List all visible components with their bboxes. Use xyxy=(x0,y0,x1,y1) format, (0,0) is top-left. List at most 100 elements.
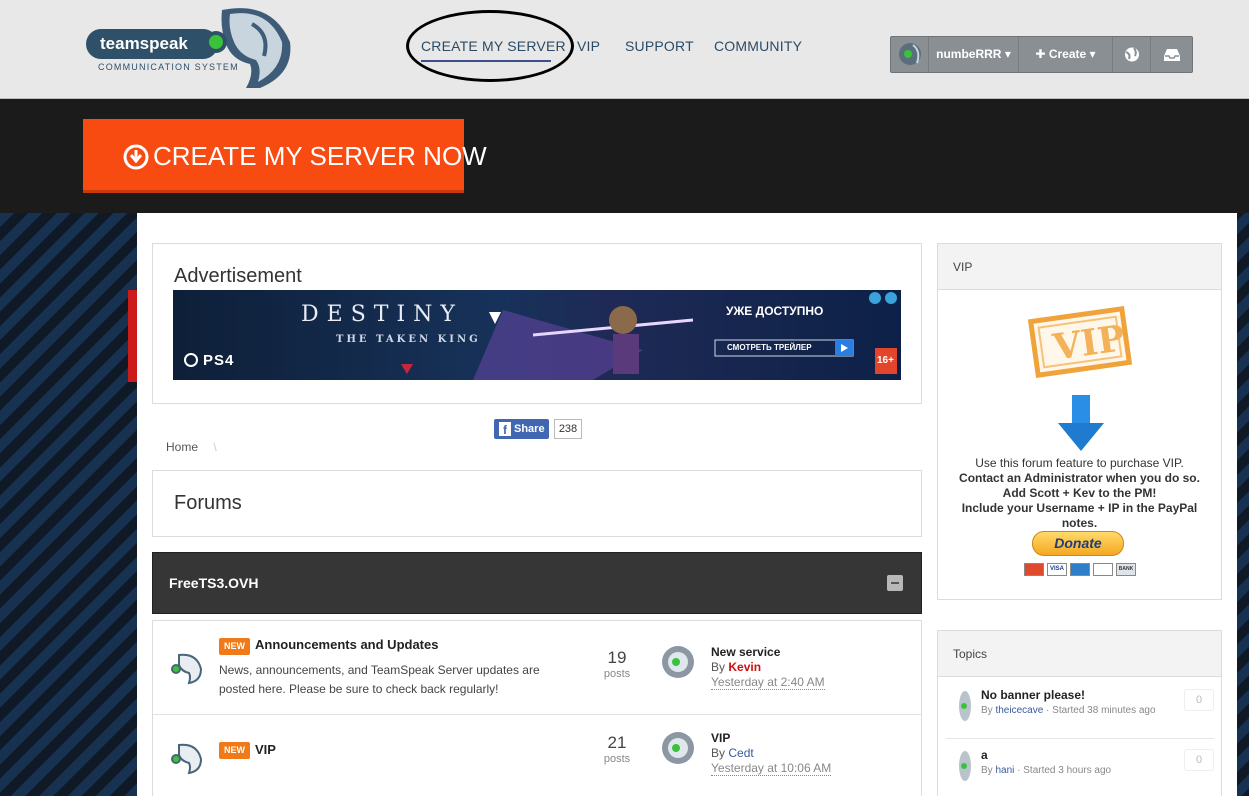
topic-started: · Started 38 minutes ago xyxy=(1046,705,1156,716)
advertisement-box: Advertisement DESTINY THE TAKEN KING PS4 xyxy=(152,243,922,404)
topic-item: a By hani · Started 3 hours ago 0 xyxy=(946,741,1214,796)
topic-avatar[interactable] xyxy=(958,689,972,723)
topic-reply-count: 0 xyxy=(1184,689,1214,711)
by-label: By xyxy=(711,660,726,674)
last-post-title[interactable]: VIP xyxy=(711,731,831,746)
cta-label: CREATE MY SERVER NOW xyxy=(153,141,487,171)
ad-platform: PS4 xyxy=(203,352,235,369)
bank-icon: BANK xyxy=(1116,563,1136,576)
vip-instructions: Use this forum feature to purchase VIP. … xyxy=(938,456,1221,531)
plus-icon: ✚ xyxy=(1035,47,1046,61)
last-poster-avatar[interactable] xyxy=(661,731,695,765)
forum-read-icon xyxy=(171,653,203,685)
ad-rating: 16+ xyxy=(877,355,894,366)
donate-button[interactable]: Donate xyxy=(1032,531,1124,556)
topics-box-title: Topics xyxy=(938,631,1221,677)
by-label: By xyxy=(981,765,993,776)
breadcrumb-home[interactable]: Home xyxy=(166,440,198,454)
ad-available-text: УЖЕ ДОСТУПНО xyxy=(726,304,824,318)
user-avatar[interactable] xyxy=(891,37,929,72)
post-count-label: posts xyxy=(603,753,631,765)
topic-author[interactable]: hani xyxy=(995,765,1014,776)
inbox-button[interactable] xyxy=(1151,37,1193,72)
vip-box-title: VIP xyxy=(938,244,1221,290)
nav-support[interactable]: SUPPORT xyxy=(625,38,694,54)
vip-sidebar-box: VIP VIP Use this forum feature to purcha… xyxy=(937,243,1222,600)
download-circle-icon xyxy=(123,144,149,170)
forums-title-box: Forums xyxy=(152,470,922,537)
globe-button[interactable] xyxy=(1113,37,1151,72)
jcb-icon xyxy=(1093,563,1113,576)
last-post-time[interactable]: Yesterday at 2:40 AM xyxy=(711,675,825,690)
forum-title[interactable]: VIP xyxy=(255,742,276,757)
post-count: 21 posts xyxy=(593,733,641,765)
main-content: Advertisement DESTINY THE TAKEN KING PS4 xyxy=(137,213,1237,796)
page-title: Forums xyxy=(174,492,242,514)
banner-strip: CREATE MY SERVER NOW xyxy=(0,100,1249,213)
create-server-now-button[interactable]: CREATE MY SERVER NOW xyxy=(83,119,487,193)
forum-row: NEW Announcements and Updates News, anno… xyxy=(153,621,921,715)
forum-row: NEW VIP 21 posts VIP By Cedt Yesterday a… xyxy=(153,715,921,796)
last-post-time[interactable]: Yesterday at 10:06 AM xyxy=(711,761,832,776)
share-count: 238 xyxy=(554,419,582,439)
chevron-down-icon: ▾ xyxy=(1089,47,1096,61)
topic-meta: By theicecave · Started 38 minutes ago xyxy=(981,705,1156,716)
share-label: Share xyxy=(514,423,545,435)
forum-list: NEW Announcements and Updates News, anno… xyxy=(152,620,922,796)
arrow-down-icon xyxy=(1058,395,1104,451)
new-badge: NEW xyxy=(219,742,250,759)
category-header: FreeTS3.OVH xyxy=(152,552,922,614)
vip-line: Add Scott + Kev to the PM! xyxy=(1002,486,1157,500)
collapse-icon[interactable] xyxy=(887,575,903,591)
inbox-icon xyxy=(1164,49,1180,61)
forum-read-icon xyxy=(171,743,203,775)
vip-line: Include your Username + IP in the PayPal… xyxy=(961,501,1198,530)
topic-reply-count: 0 xyxy=(1184,749,1214,771)
teamspeak-head-icon xyxy=(205,8,291,89)
visa-icon: VISA xyxy=(1047,563,1067,576)
new-badge: NEW xyxy=(219,638,250,655)
create-label: Create xyxy=(1048,47,1087,61)
topic-title[interactable]: a xyxy=(981,748,988,762)
nav-vip[interactable]: VIP xyxy=(577,38,600,54)
vip-line: Contact an Administrator when you do so. xyxy=(959,471,1200,485)
vip-line: Use this forum feature to purchase VIP. xyxy=(975,456,1184,470)
topic-started: · Started 3 hours ago xyxy=(1017,765,1112,776)
last-post-title[interactable]: New service xyxy=(711,645,825,660)
breadcrumb-separator: \ xyxy=(213,440,217,454)
topics-sidebar-box: Topics No banner please! By theicecave ·… xyxy=(937,630,1222,796)
username-label: numbeRRR xyxy=(936,47,1002,61)
teamspeak-logo[interactable]: teamspeak COMMUNICATION SYSTEM xyxy=(86,4,296,90)
nav-community[interactable]: COMMUNITY xyxy=(714,38,802,54)
chevron-down-icon: ▾ xyxy=(1004,47,1011,61)
post-count: 19 posts xyxy=(593,648,641,680)
post-count-label: posts xyxy=(603,668,631,680)
topic-avatar[interactable] xyxy=(958,749,972,783)
username-dropdown[interactable]: numbeRRR ▾ xyxy=(929,37,1019,72)
author-link[interactable]: Cedt xyxy=(728,746,753,760)
topic-item: No banner please! By theicecave · Starte… xyxy=(946,681,1214,739)
topic-author[interactable]: theicecave xyxy=(995,705,1043,716)
user-bar: numbeRRR ▾ ✚ Create ▾ xyxy=(890,36,1193,73)
logo-wordmark: teamspeak xyxy=(86,29,218,59)
create-dropdown[interactable]: ✚ Create ▾ xyxy=(1019,37,1113,72)
facebook-share-button[interactable]: f Share xyxy=(494,419,549,439)
last-poster-avatar[interactable] xyxy=(661,645,695,679)
avatar-icon xyxy=(899,43,921,65)
amex-icon xyxy=(1070,563,1090,576)
by-label: By xyxy=(711,746,726,760)
last-post: New service By Kevin Yesterday at 2:40 A… xyxy=(711,645,825,690)
facebook-icon: f xyxy=(499,422,511,437)
globe-icon xyxy=(1125,47,1139,62)
advertisement-title: Advertisement xyxy=(174,265,302,287)
last-post-author: By Cedt xyxy=(711,746,831,761)
topic-title[interactable]: No banner please! xyxy=(981,688,1085,702)
site-header: teamspeak COMMUNICATION SYSTEM CREATE MY… xyxy=(0,0,1249,99)
advertisement-banner[interactable]: DESTINY THE TAKEN KING PS4 УЖЕ ДОСТУПНО … xyxy=(173,290,901,380)
breadcrumb: Home \ xyxy=(166,440,217,454)
post-count-number: 19 xyxy=(607,648,627,667)
forum-title[interactable]: Announcements and Updates xyxy=(255,637,438,652)
author-link[interactable]: Kevin xyxy=(728,660,761,674)
ad-trailer-button[interactable]: СМОТРЕТЬ ТРЕЙЛЕР xyxy=(727,343,812,352)
category-title[interactable]: FreeTS3.OVH xyxy=(169,575,258,591)
